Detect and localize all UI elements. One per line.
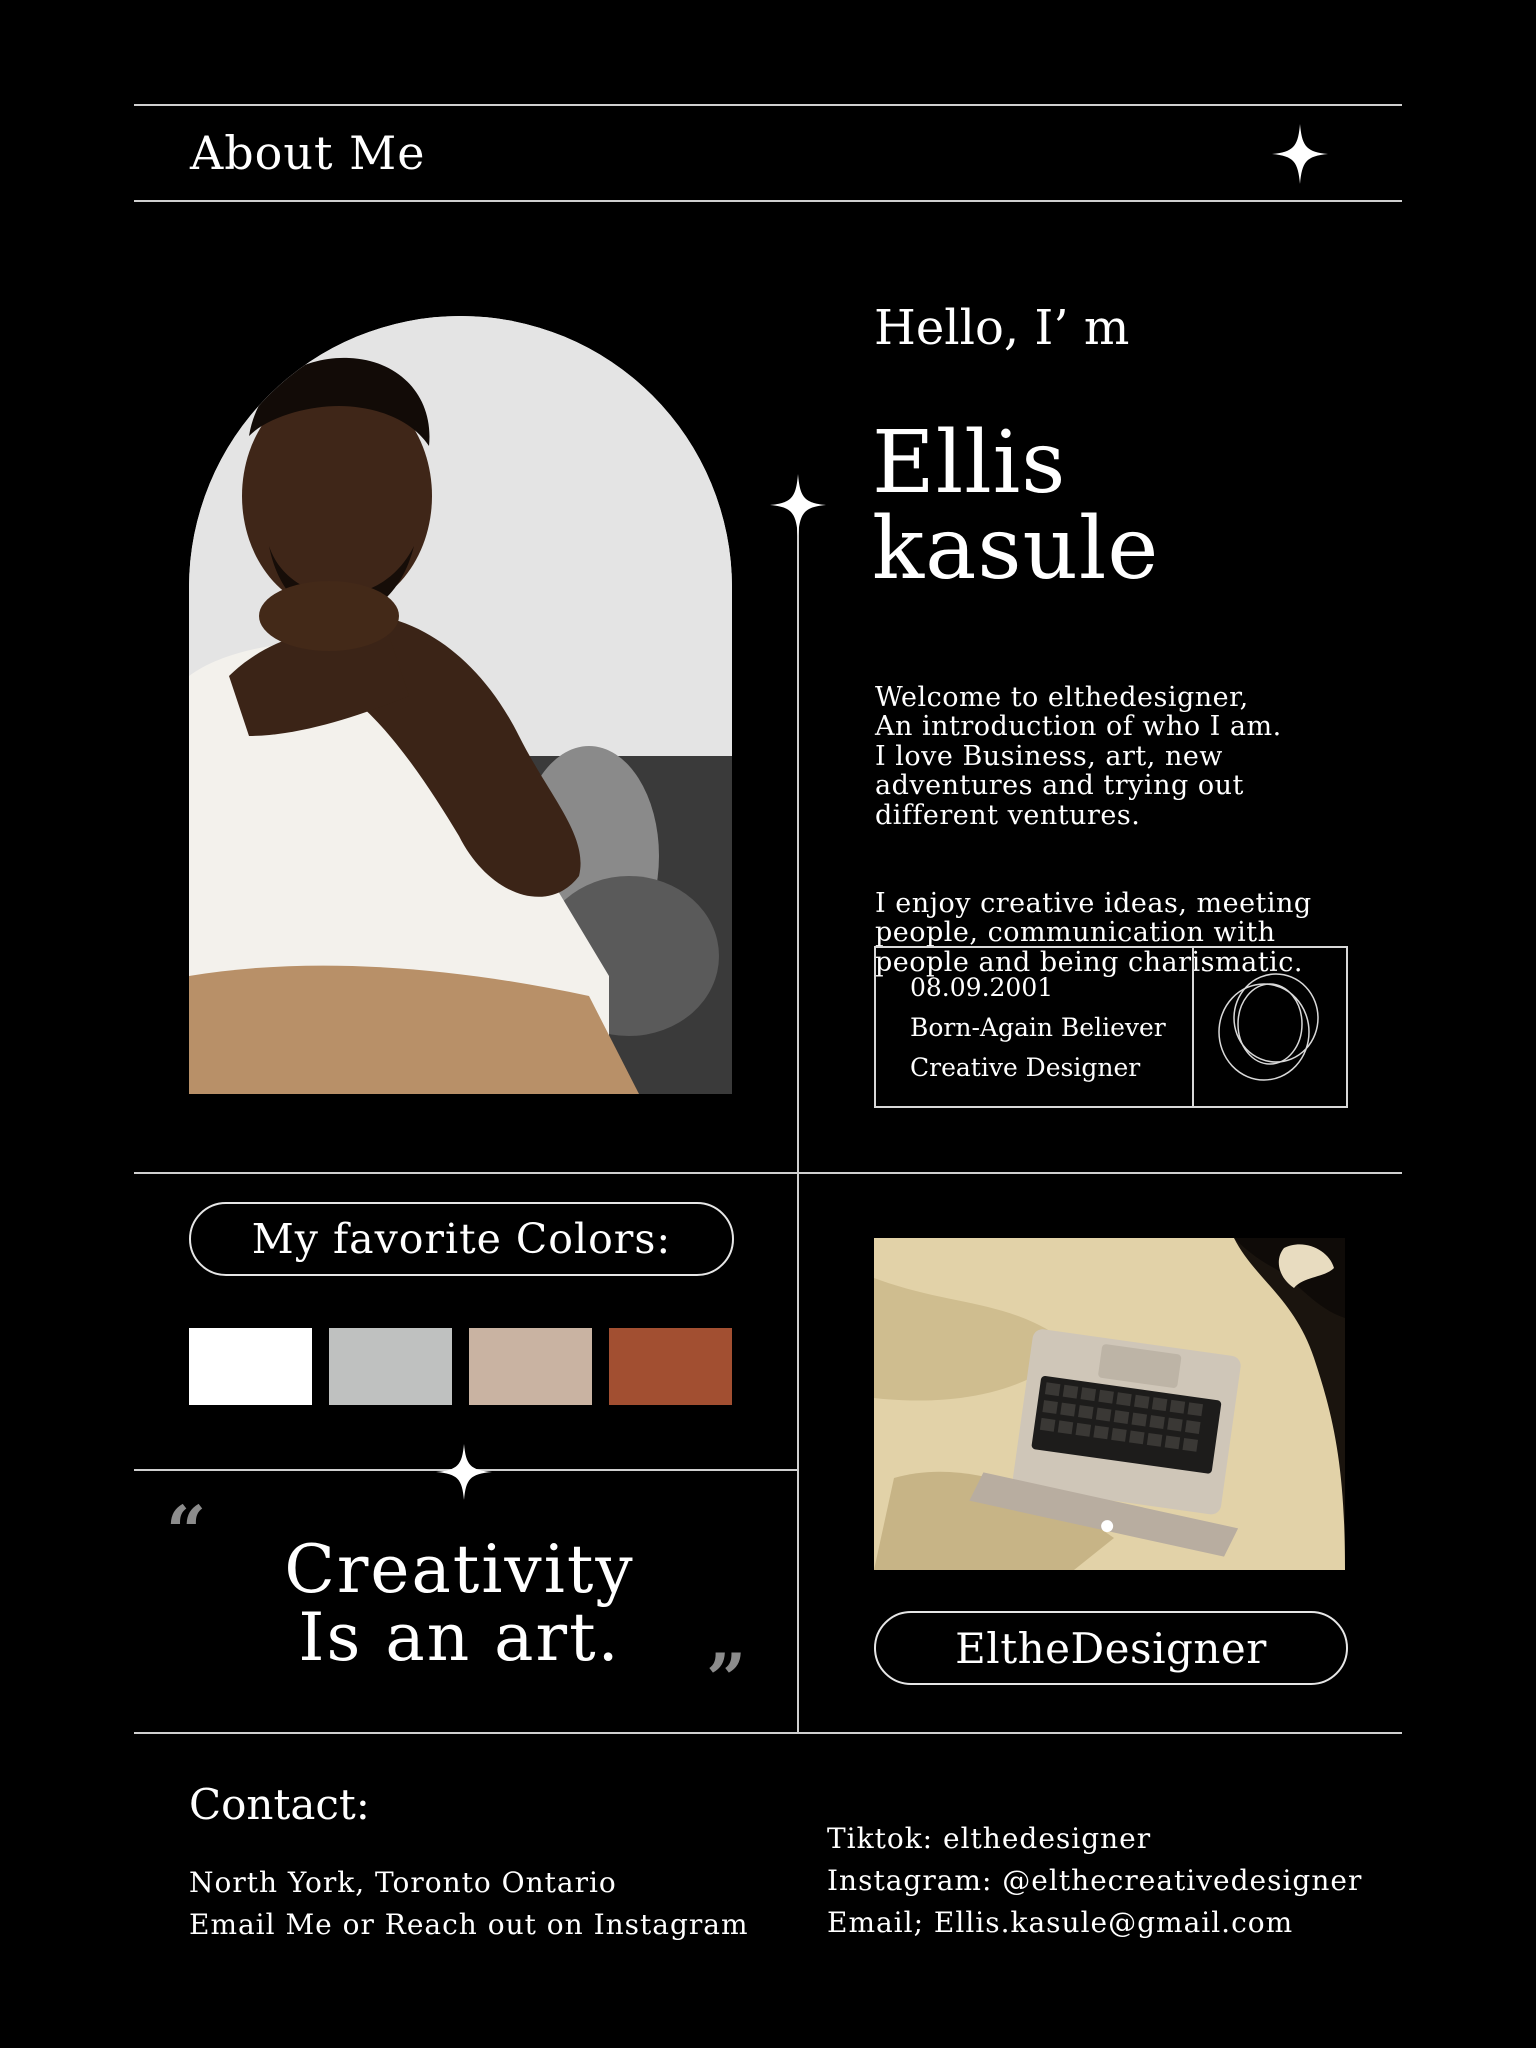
contact-tiktok[interactable]: Tiktok: elthedesigner: [827, 1818, 1362, 1860]
color-swatch-rust: [609, 1328, 732, 1405]
quote-close-icon: ”: [706, 1638, 747, 1721]
info-box: 08.09.2001 Born-Again Believer Creative …: [874, 946, 1348, 1108]
color-swatch-grey: [329, 1328, 452, 1405]
bottom-rule: [134, 1732, 1402, 1734]
info-role: Creative Designer: [910, 1053, 1141, 1082]
contact-location: North York, Toronto Ontario: [189, 1866, 617, 1899]
handle-badge: EltheDesigner: [874, 1611, 1348, 1685]
contact-social: Tiktok: elthedesigner Instagram: @elthec…: [827, 1818, 1362, 1944]
header-top-rule: [134, 104, 1402, 106]
contact-address: North York, Toronto Ontario Email Me or …: [189, 1862, 749, 1946]
contact-title: Contact:: [189, 1780, 370, 1829]
info-divider: [1192, 948, 1194, 1106]
info-dob: 08.09.2001: [910, 973, 1054, 1002]
laptop-illustration: [874, 1238, 1345, 1570]
rings-icon: [1218, 973, 1319, 1081]
first-name: Ellis: [872, 413, 1067, 513]
favorite-colors-heading: My favorite Colors:: [189, 1202, 734, 1276]
sparkle-icon: [436, 1444, 492, 1500]
last-name: kasule: [872, 499, 1160, 599]
middle-rule: [134, 1172, 1402, 1174]
info-list: 08.09.2001 Born-Again Believer Creative …: [910, 968, 1166, 1088]
contact-email[interactable]: Email; Ellis.kasule@gmail.com: [827, 1902, 1362, 1944]
contact-note: Email Me or Reach out on Instagram: [189, 1908, 749, 1941]
info-faith: Born-Again Believer: [910, 1013, 1166, 1042]
contact-instagram[interactable]: Instagram: @elthecreativedesigner: [827, 1860, 1362, 1902]
bio-paragraph-1: Welcome to elthedesigner, An introductio…: [875, 681, 1282, 831]
quote-text: Creativity Is an art.: [284, 1531, 635, 1676]
color-swatch-white: [189, 1328, 312, 1405]
sparkle-icon: [1272, 124, 1328, 184]
header-bottom-rule: [134, 200, 1402, 202]
portrait-photo: [189, 316, 732, 1094]
page-title: About Me: [190, 126, 426, 180]
portrait-illustration: [189, 316, 732, 1094]
full-name: Ellis kasule: [872, 420, 1159, 592]
laptop-photo: [874, 1238, 1345, 1570]
color-swatch-beige: [469, 1328, 592, 1405]
greeting-text: Hello, I’ m: [874, 300, 1130, 356]
center-vertical-rule: [797, 504, 799, 1734]
sparkle-icon: [770, 474, 826, 536]
